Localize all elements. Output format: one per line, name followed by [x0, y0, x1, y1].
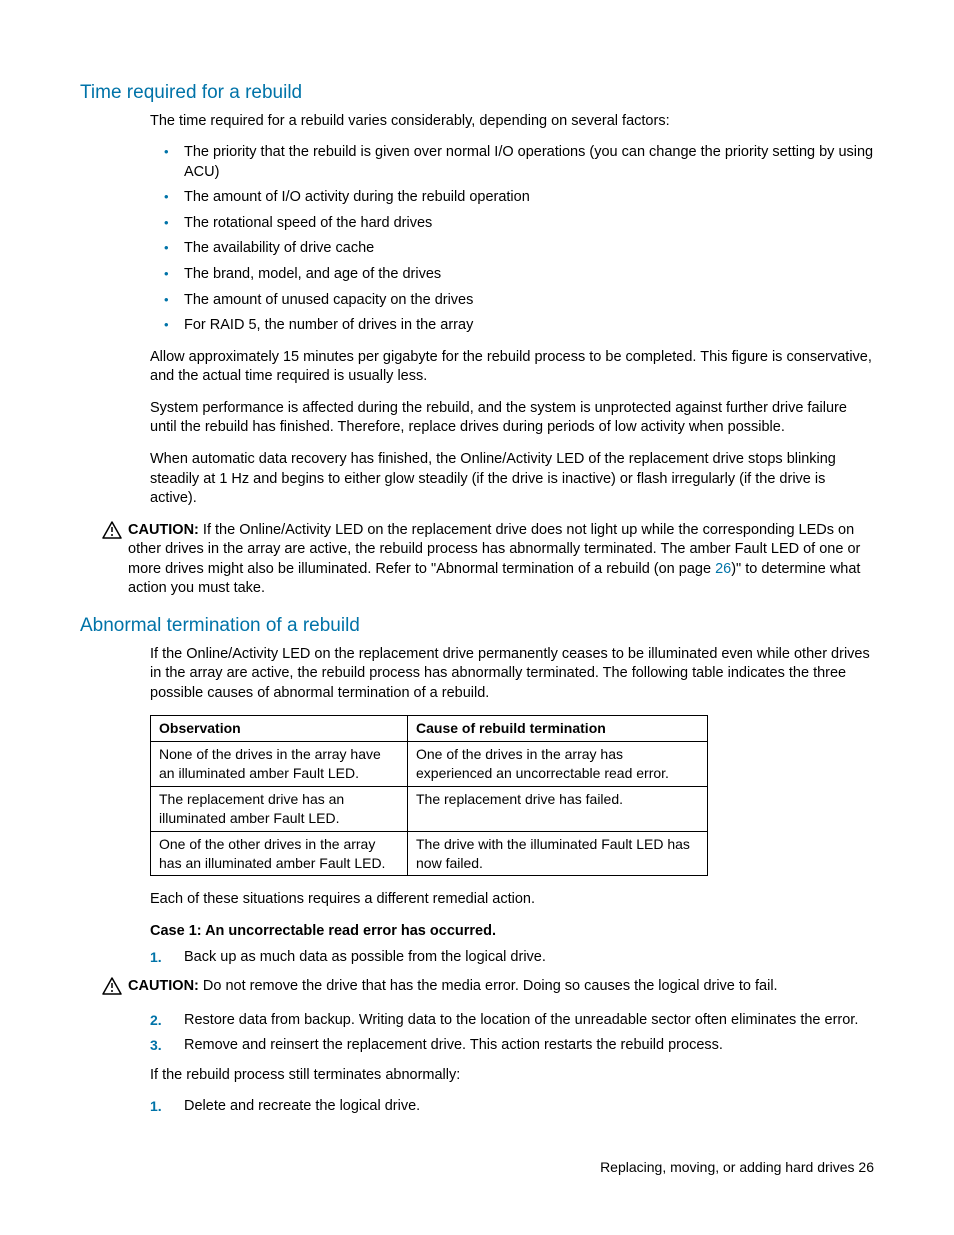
table-row: The replacement drive has an illuminated… — [151, 786, 708, 831]
caution-block: CAUTION: Do not remove the drive that ha… — [102, 977, 874, 997]
page: Time required for a rebuild The time req… — [0, 0, 954, 1235]
heading-time-required: Time required for a rebuild — [80, 80, 874, 106]
table-cell-cause: One of the drives in the array has exper… — [408, 742, 708, 787]
page-footer: Replacing, moving, or adding hard drives… — [600, 1158, 874, 1177]
section1-body: The time required for a rebuild varies c… — [150, 112, 874, 509]
table-header-observation: Observation — [151, 716, 408, 742]
list-item: The availability of drive cache — [150, 239, 874, 259]
list-item: The priority that the rebuild is given o… — [150, 143, 874, 182]
observation-table: Observation Cause of rebuild termination… — [150, 715, 708, 876]
step-text: Back up as much data as possible from th… — [184, 949, 546, 965]
section2-intro: If the Online/Activity LED on the replac… — [150, 645, 874, 704]
steps-list-b: 2. Restore data from backup. Writing data… — [150, 1011, 874, 1056]
steps-list-c: 1. Delete and recreate the logical drive. — [150, 1097, 874, 1117]
table-header-row: Observation Cause of rebuild termination — [151, 716, 708, 742]
caution-triangle-icon — [102, 977, 122, 995]
list-item: 2. Restore data from backup. Writing data… — [150, 1011, 874, 1031]
caution-label: CAUTION: — [128, 978, 199, 994]
step-text: Remove and reinsert the replacement driv… — [184, 1037, 723, 1053]
step-number: 3. — [150, 1036, 162, 1055]
section1-p3: System performance is affected during th… — [150, 399, 874, 438]
table-cell-cause: The drive with the illuminated Fault LED… — [408, 831, 708, 876]
caution-triangle-icon — [102, 521, 122, 539]
section2-body: If the Online/Activity LED on the replac… — [150, 645, 874, 968]
page-link[interactable]: 26 — [715, 561, 731, 577]
step-text: Restore data from backup. Writing data t… — [184, 1012, 858, 1028]
step-text: Delete and recreate the logical drive. — [184, 1098, 420, 1114]
table-row: One of the other drives in the array has… — [151, 831, 708, 876]
list-item: 3. Remove and reinsert the replacement dr… — [150, 1036, 874, 1056]
caution-block: CAUTION: If the Online/Activity LED on t… — [102, 521, 874, 599]
caution-text: CAUTION: If the Online/Activity LED on t… — [128, 521, 874, 599]
caution-body-text: Do not remove the drive that has the med… — [199, 978, 778, 994]
section1-p2: Allow approximately 15 minutes per gigab… — [150, 348, 874, 387]
list-item: The amount of I/O activity during the re… — [150, 188, 874, 208]
list-item: The rotational speed of the hard drives — [150, 214, 874, 234]
list-item: The brand, model, and age of the drives — [150, 265, 874, 285]
section1-bullet-list: The priority that the rebuild is given o… — [150, 143, 874, 336]
section1-intro: The time required for a rebuild varies c… — [150, 112, 874, 132]
list-item: 1. Back up as much data as possible from … — [150, 948, 874, 968]
steps-list-a: 1. Back up as much data as possible from … — [150, 948, 874, 968]
caution-label: CAUTION: — [128, 522, 199, 538]
step-number: 1. — [150, 948, 162, 967]
table-cell-observation: None of the drives in the array have an … — [151, 742, 408, 787]
case1-heading: Case 1: An uncorrectable read error has … — [150, 922, 874, 942]
table-cell-cause: The replacement drive has failed. — [408, 786, 708, 831]
heading-abnormal-termination: Abnormal termination of a rebuild — [80, 613, 874, 639]
section2-body-cont: 2. Restore data from backup. Writing data… — [150, 1011, 874, 1117]
table-cell-observation: One of the other drives in the array has… — [151, 831, 408, 876]
section2-after-table: Each of these situations requires a diff… — [150, 890, 874, 910]
step-number: 2. — [150, 1011, 162, 1030]
step-number: 1. — [150, 1097, 162, 1116]
section2-after-steps: If the rebuild process still terminates … — [150, 1066, 874, 1086]
caution-text: CAUTION: Do not remove the drive that ha… — [128, 977, 874, 997]
section1-p4: When automatic data recovery has finishe… — [150, 450, 874, 509]
list-item: 1. Delete and recreate the logical drive. — [150, 1097, 874, 1117]
table-row: None of the drives in the array have an … — [151, 742, 708, 787]
table-header-cause: Cause of rebuild termination — [408, 716, 708, 742]
list-item: For RAID 5, the number of drives in the … — [150, 316, 874, 336]
list-item: The amount of unused capacity on the dri… — [150, 291, 874, 311]
table-cell-observation: The replacement drive has an illuminated… — [151, 786, 408, 831]
